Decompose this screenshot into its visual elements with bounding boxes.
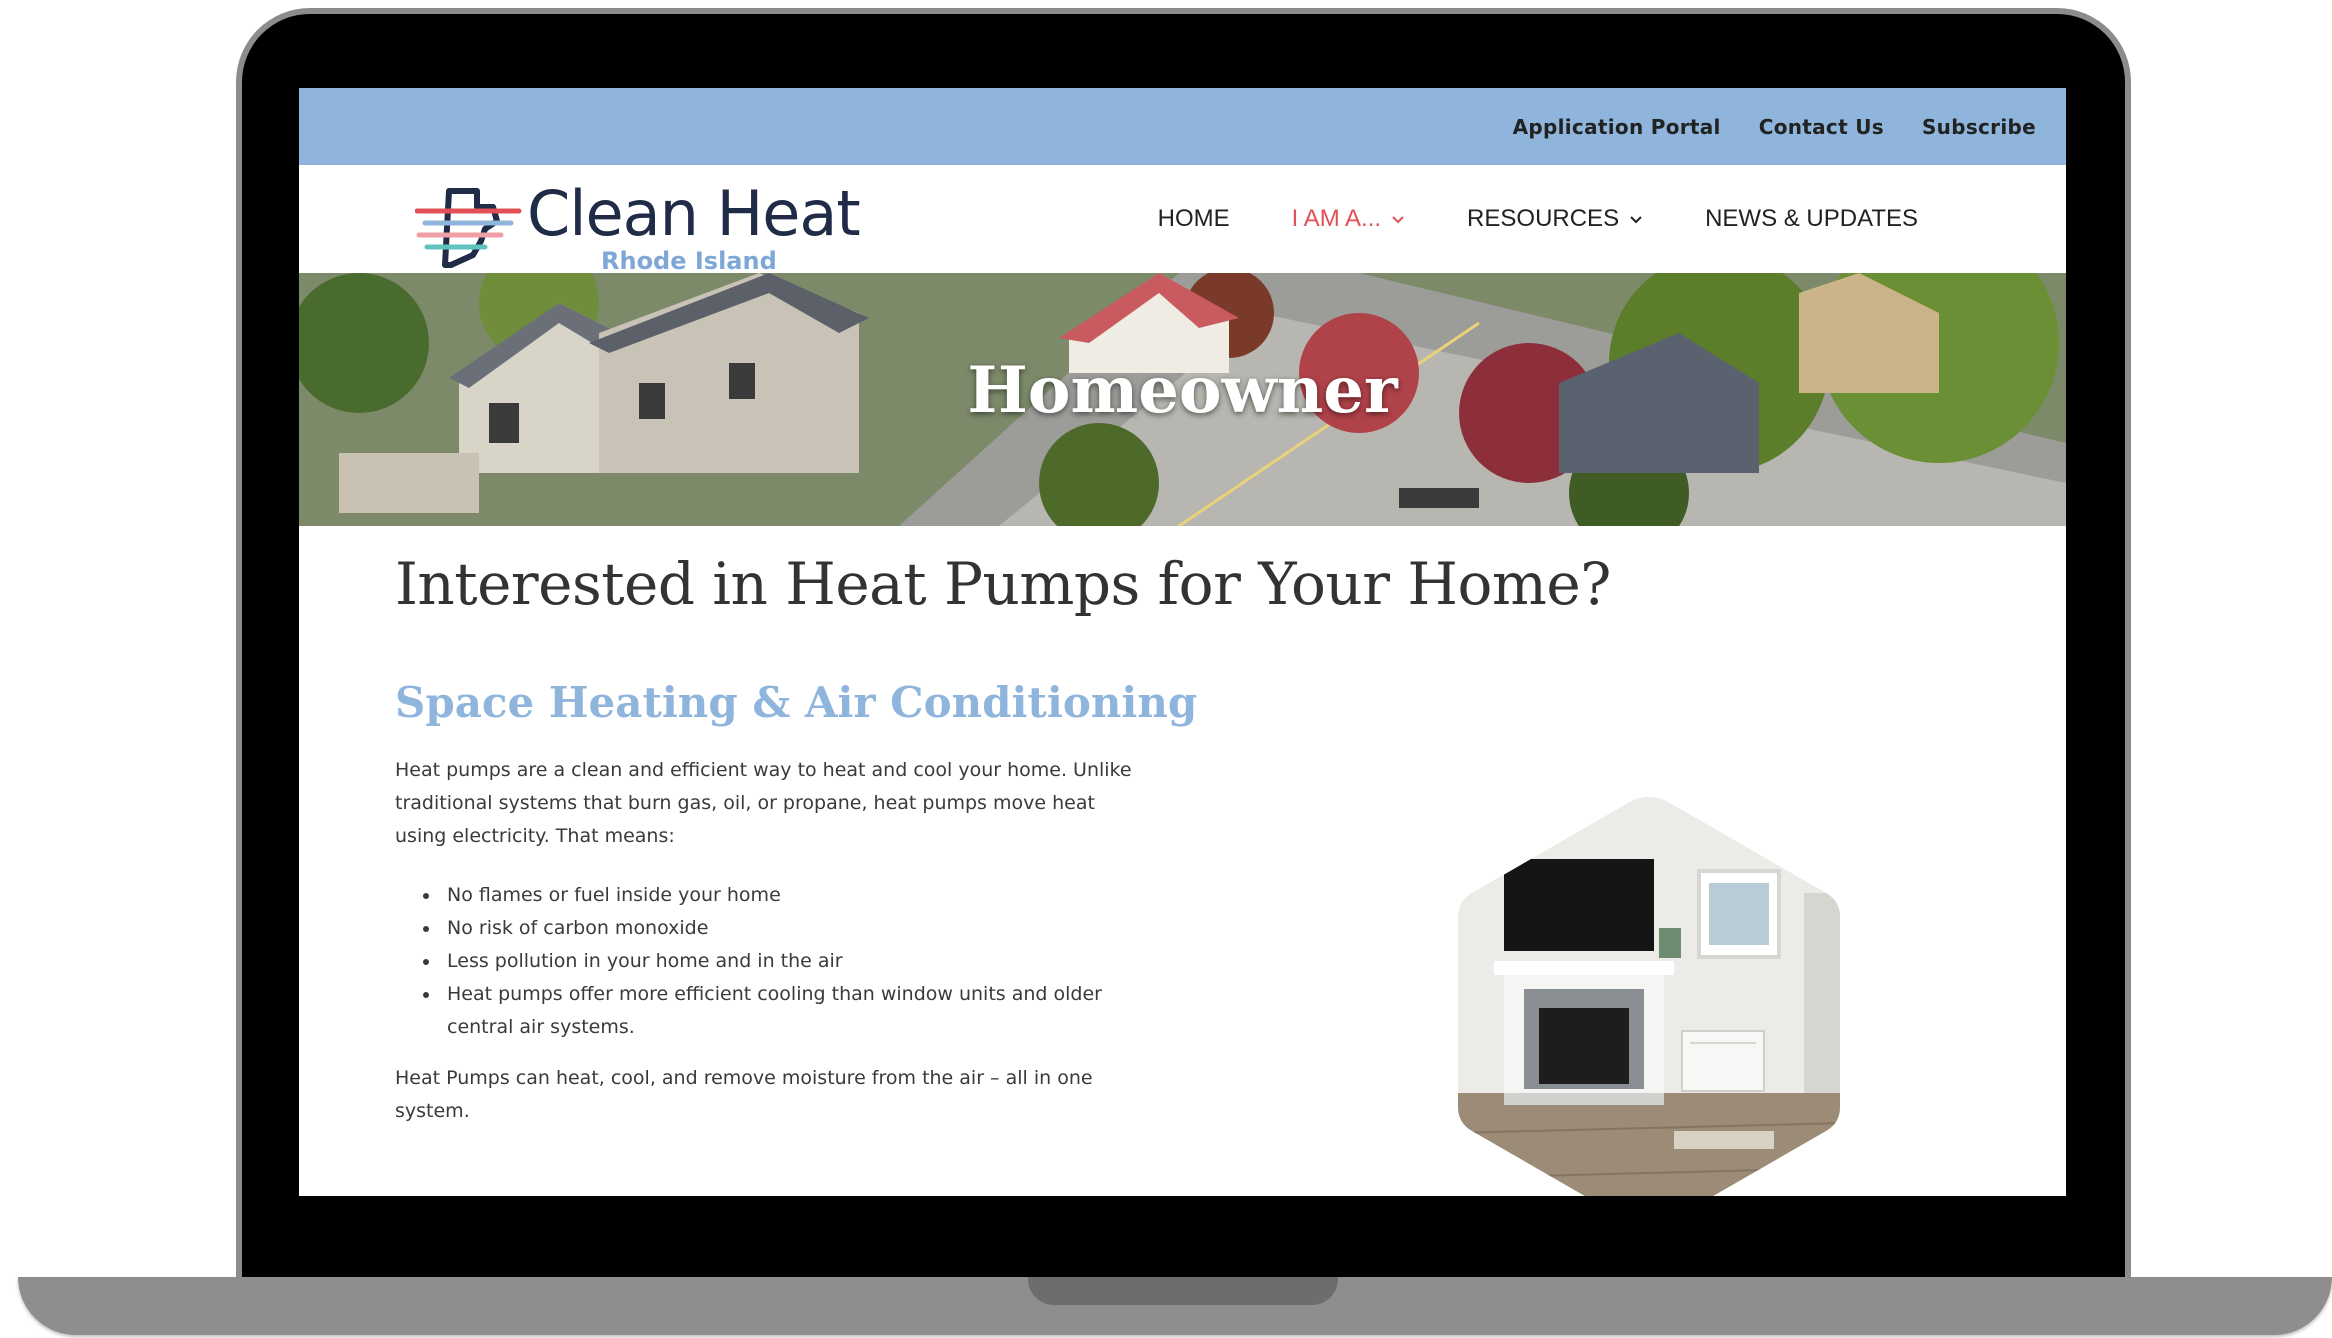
site-header: Clean Heat Rhode Island HOME I AM A... R… xyxy=(299,165,2066,275)
nav-home-label: HOME xyxy=(1157,205,1230,232)
nav-resources-label: RESOURCES xyxy=(1467,205,1620,232)
nav-i-am-a-label: I AM A... xyxy=(1291,205,1382,232)
brand-title: Clean Heat xyxy=(527,177,861,250)
nav-home[interactable]: HOME xyxy=(1158,205,1230,233)
nav-resources[interactable]: RESOURCES xyxy=(1467,205,1643,233)
body-text: Heat pumps are a clean and efficient way… xyxy=(395,754,1135,1154)
chevron-down-icon xyxy=(1392,216,1404,224)
closing-paragraph: Heat Pumps can heat, cool, and remove mo… xyxy=(395,1067,1093,1122)
chevron-down-icon xyxy=(1630,216,1642,224)
rhode-island-logo-icon xyxy=(415,188,522,268)
laptop-notch xyxy=(1028,1277,1338,1305)
intro-paragraph: Heat pumps are a clean and efficient way… xyxy=(395,759,1132,847)
main-content: Interested in Heat Pumps for Your Home? … xyxy=(395,526,1995,1196)
site-logo[interactable]: Clean Heat Rhode Island xyxy=(415,177,861,275)
benefits-list: No flames or fuel inside your home No ri… xyxy=(395,879,1135,1044)
application-portal-link[interactable]: Application Portal xyxy=(1513,115,1721,139)
list-item: No flames or fuel inside your home xyxy=(423,879,1135,912)
subscribe-link[interactable]: Subscribe xyxy=(1922,115,2036,139)
utility-bar: Application Portal Contact Us Subscribe xyxy=(299,88,2066,165)
hero-banner: Homeowner xyxy=(299,273,2066,526)
list-item: Less pollution in your home and in the a… xyxy=(423,945,1135,978)
contact-us-link[interactable]: Contact Us xyxy=(1759,115,1884,139)
section-title: Space Heating & Air Conditioning xyxy=(395,678,1198,727)
list-item: No risk of carbon monoxide xyxy=(423,912,1135,945)
list-item: Heat pumps offer more efficient cooling … xyxy=(423,978,1135,1044)
living-room-heat-pump-photo xyxy=(1458,797,1840,1196)
main-nav: HOME I AM A... RESOURCES NEWS & UPDATES xyxy=(1096,165,1918,273)
nav-i-am-a[interactable]: I AM A... xyxy=(1292,205,1405,233)
laptop-screen: Application Portal Contact Us Subscribe … xyxy=(299,88,2066,1196)
nav-news-updates[interactable]: NEWS & UPDATES xyxy=(1705,205,1918,233)
nav-news-updates-label: NEWS & UPDATES xyxy=(1705,205,1918,232)
brand-subtitle: Rhode Island xyxy=(601,247,777,275)
hero-title: Homeowner xyxy=(967,353,1398,428)
page-title: Interested in Heat Pumps for Your Home? xyxy=(395,550,1611,618)
